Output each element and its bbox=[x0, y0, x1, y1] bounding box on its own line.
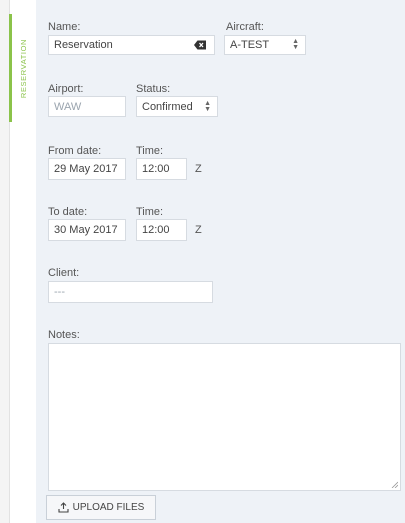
status-select-value: Confirmed bbox=[142, 100, 193, 113]
to-time-zone: Z bbox=[195, 224, 202, 236]
from-time-input[interactable]: 12:00 bbox=[136, 158, 187, 180]
to-date-value: 30 May 2017 bbox=[54, 224, 118, 236]
from-time-zone: Z bbox=[195, 163, 202, 175]
client-label: Client: bbox=[48, 267, 80, 279]
tab-reservation[interactable]: RESERVATION bbox=[9, 14, 36, 122]
from-time-label: Time: bbox=[136, 145, 164, 157]
airport-input[interactable]: WAW bbox=[48, 96, 126, 117]
notes-label: Notes: bbox=[48, 329, 80, 341]
airport-label: Airport: bbox=[48, 83, 84, 95]
upload-files-button[interactable]: UPLOAD FILES bbox=[46, 495, 156, 520]
from-date-input[interactable]: 29 May 2017 bbox=[48, 158, 126, 180]
name-input[interactable]: Reservation bbox=[48, 35, 215, 55]
from-date-label: From date: bbox=[48, 145, 102, 157]
tab-reservation-label: RESERVATION bbox=[19, 38, 29, 98]
notes-textarea[interactable] bbox=[48, 343, 401, 491]
aircraft-select-value: A-TEST bbox=[230, 39, 270, 51]
upload-files-label: UPLOAD FILES bbox=[72, 502, 145, 513]
status-select[interactable]: Confirmed ▲ ▼ bbox=[136, 96, 218, 117]
resize-grip-icon[interactable] bbox=[391, 481, 398, 488]
to-date-input[interactable]: 30 May 2017 bbox=[48, 219, 126, 241]
to-time-input[interactable]: 12:00 bbox=[136, 219, 187, 241]
aircraft-label: Aircraft: bbox=[226, 21, 264, 33]
upload-icon bbox=[58, 502, 69, 513]
to-time-label: Time: bbox=[136, 206, 164, 218]
backspace-icon[interactable] bbox=[194, 40, 206, 50]
client-input[interactable]: --- bbox=[48, 281, 213, 303]
to-date-label: To date: bbox=[48, 206, 88, 218]
to-time-value: 12:00 bbox=[142, 224, 170, 236]
client-input-value: --- bbox=[54, 286, 65, 298]
name-label: Name: bbox=[48, 21, 81, 33]
status-label: Status: bbox=[136, 83, 171, 95]
from-date-value: 29 May 2017 bbox=[54, 163, 118, 175]
select-arrows-icon: ▲ ▼ bbox=[204, 99, 211, 113]
select-arrows-icon: ▲ ▼ bbox=[292, 38, 299, 51]
from-time-value: 12:00 bbox=[142, 163, 170, 175]
name-input-value: Reservation bbox=[54, 39, 113, 51]
aircraft-select[interactable]: A-TEST ▲ ▼ bbox=[224, 35, 306, 55]
airport-input-value: WAW bbox=[54, 100, 82, 113]
